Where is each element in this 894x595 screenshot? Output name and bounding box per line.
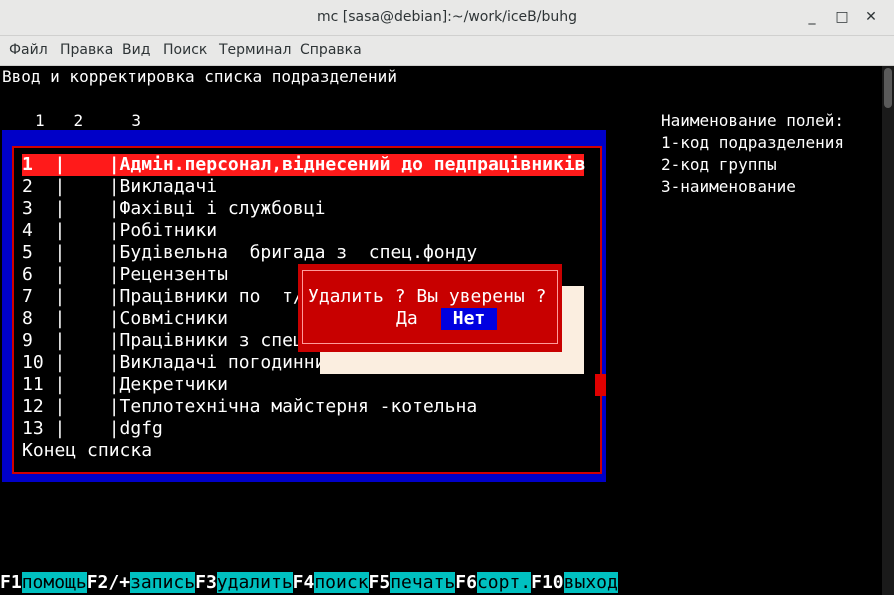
field-names-title: Наименование полей: [661, 111, 845, 130]
maximize-icon[interactable]: □ [831, 6, 853, 28]
list-row[interactable]: 12 | |Теплотехнічна майстерня -котельна [22, 396, 477, 418]
menu-search[interactable]: Поиск [163, 42, 207, 58]
fkey-f2[interactable]: F2/+ [87, 572, 130, 593]
fkey-f10-label[interactable]: выход [563, 572, 618, 593]
field-name-1: 1-код подразделения [661, 133, 845, 152]
fkey-f5-label[interactable]: печать [390, 572, 456, 593]
list-scroll-marker [595, 374, 606, 396]
list-row[interactable]: 11 | |Декретчики [22, 374, 228, 396]
list-end-label: Конец списка [22, 440, 153, 461]
field-name-3: 3-наименование [661, 177, 796, 196]
fkey-f5[interactable]: F5 [369, 572, 391, 593]
minimize-icon[interactable]: _ [801, 6, 823, 28]
fkey-f1[interactable]: F1 [0, 572, 22, 593]
window-title: mc [sasa@debian]:~/work/iceB/buhg [317, 9, 577, 25]
list-row[interactable]: 3 | |Фахівці і службовці [22, 198, 325, 220]
fkey-f6-label[interactable]: сорт. [476, 572, 532, 593]
list-row[interactable]: 13 | |dgfg [22, 418, 163, 440]
list-row[interactable]: 4 | |Робітники [22, 220, 217, 242]
menubar: Файл Правка Вид Поиск Терминал Справка [0, 36, 894, 66]
column-numbers: 1 2 3 [35, 111, 141, 130]
function-key-bar: F1помощьF2/+записьF3удалитьF4поискF5печа… [0, 572, 618, 594]
fkey-f1-label[interactable]: помощь [21, 572, 87, 593]
field-name-2: 2-код группы [661, 155, 777, 174]
fkey-f2-label[interactable]: запись [130, 572, 196, 593]
close-icon[interactable]: ✕ [860, 6, 882, 28]
screen-heading: Ввод и корректировка списка подразделени… [2, 67, 397, 86]
scrollbar-thumb[interactable] [884, 68, 892, 108]
window-titlebar: mc [sasa@debian]:~/work/iceB/buhg _ □ ✕ [0, 0, 894, 36]
fkey-f3-label[interactable]: удалить [216, 572, 293, 593]
list-row[interactable]: 7 | |Працівники по т/ [22, 286, 304, 308]
dialog-yes-button[interactable]: Да [396, 308, 418, 330]
fkey-f4[interactable]: F4 [293, 572, 315, 593]
menu-view[interactable]: Вид [122, 42, 150, 58]
fkey-f3[interactable]: F3 [195, 572, 217, 593]
list-row[interactable]: 10 | |Викладачі погодинни [22, 352, 325, 374]
scrollbar-track [882, 66, 894, 595]
menu-file[interactable]: Файл [9, 42, 48, 58]
list-row[interactable]: 6 | |Рецензенты [22, 264, 228, 286]
list-row-selected[interactable]: 1 | |Адмін.персонал,віднесений до педпра… [22, 154, 586, 176]
fkey-f4-label[interactable]: поиск [314, 572, 369, 593]
list-row[interactable]: 5 | |Будівельна бригада з спец.фонду [22, 242, 477, 264]
menu-terminal[interactable]: Терминал [219, 42, 291, 58]
list-row[interactable]: 2 | |Викладачі [22, 176, 217, 198]
terminal-scrollbar[interactable] [882, 66, 894, 595]
dialog-question: Удалить ? Вы уверены ? [308, 286, 547, 307]
list-row[interactable]: 8 | |Совмісники [22, 308, 228, 330]
list-row[interactable]: 9 | |Працівники з спец [22, 330, 304, 352]
menu-help[interactable]: Справка [300, 42, 362, 58]
menu-edit[interactable]: Правка [60, 42, 113, 58]
dialog-no-button[interactable]: Нет [441, 308, 497, 330]
fkey-f6[interactable]: F6 [455, 572, 477, 593]
fkey-f10[interactable]: F10 [531, 572, 564, 593]
